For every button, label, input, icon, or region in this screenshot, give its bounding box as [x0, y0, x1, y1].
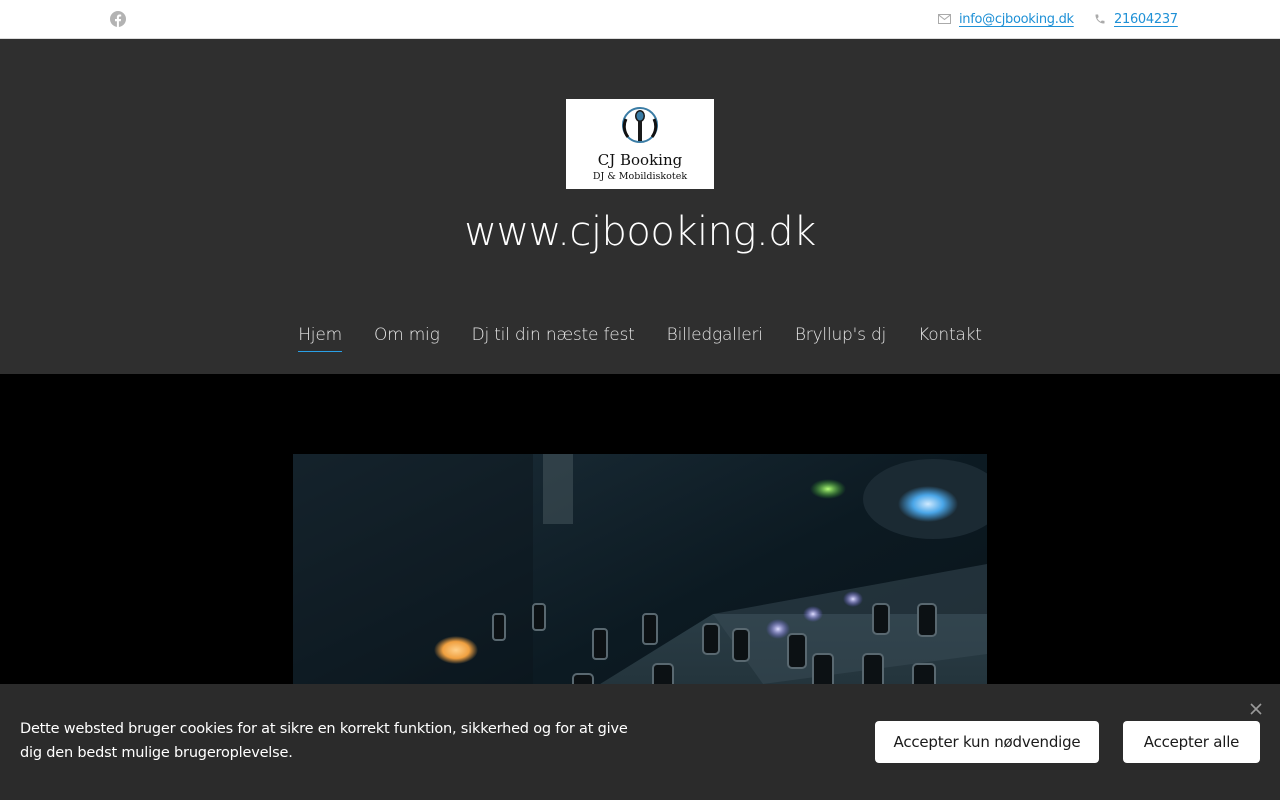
close-icon[interactable] [1249, 702, 1263, 716]
phone-link[interactable]: 21604237 [1114, 12, 1178, 27]
phone-icon [1095, 14, 1105, 24]
accept-all-button[interactable]: Accepter alle [1123, 721, 1260, 763]
site-title[interactable]: www.cjbooking.dk [0, 209, 1280, 255]
logo[interactable]: CJ Booking DJ & Mobildiskotek [566, 99, 714, 189]
nav-item-dj-fest[interactable]: Dj til din næste fest [472, 325, 635, 352]
microphone-icon [622, 107, 658, 143]
contact-email: info@cjbooking.dk [938, 9, 1074, 29]
nav-item-kontakt[interactable]: Kontakt [918, 325, 982, 352]
accept-necessary-button[interactable]: Accepter kun nødvendige [875, 721, 1099, 763]
nav-item-bryllup-dj[interactable]: Bryllup's dj [795, 325, 886, 352]
logo-name: CJ Booking [597, 151, 683, 169]
nav-item-hjem[interactable]: Hjem [298, 325, 342, 352]
email-link[interactable]: info@cjbooking.dk [959, 12, 1074, 27]
facebook-icon[interactable] [110, 11, 126, 27]
cookie-message: Dette websted bruger cookies for at sikr… [20, 721, 628, 761]
cookie-banner: Dette websted bruger cookies for at sikr… [0, 684, 1280, 800]
nav-item-om-mig[interactable]: Om mig [374, 325, 440, 352]
mail-icon [938, 14, 951, 24]
nav-item-billedgalleri[interactable]: Billedgalleri [667, 325, 763, 352]
main-nav: Hjem Om mig Dj til din næste fest Billed… [0, 325, 1280, 352]
logo-tagline: DJ & Mobildiskotek [592, 171, 688, 182]
contact-phone: 21604237 [1094, 9, 1178, 29]
site-header: CJ Booking DJ & Mobildiskotek www.cjbook… [0, 39, 1280, 374]
top-bar: info@cjbooking.dk 21604237 [0, 0, 1280, 39]
